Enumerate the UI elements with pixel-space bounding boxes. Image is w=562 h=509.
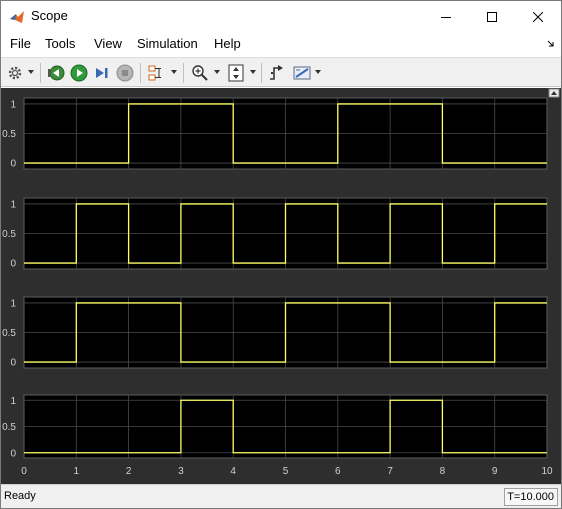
zoom-dropdown-icon[interactable]	[213, 68, 221, 76]
matlab-icon	[10, 11, 24, 23]
status-text: Ready	[4, 490, 36, 502]
title-bar[interactable]: Scope	[1, 1, 561, 32]
y-tick-label: 0	[10, 259, 16, 270]
x-tick-label: 0	[21, 466, 27, 477]
run-button[interactable]	[68, 62, 90, 84]
toolbar-separator	[140, 63, 141, 83]
restore-layout-button[interactable]	[548, 88, 560, 98]
autoscale-icon	[228, 64, 244, 82]
y-tick-label: 0.5	[2, 129, 16, 140]
minimize-button[interactable]	[423, 1, 469, 32]
x-tick-label: 4	[230, 466, 236, 477]
stop-icon	[116, 64, 134, 82]
window-title: Scope	[31, 8, 68, 23]
maximize-icon	[487, 11, 497, 22]
simulation-time: T=10.000	[504, 488, 558, 506]
menu-bar: File Tools View Simulation Help	[1, 32, 561, 56]
y-tick-label: 1	[10, 199, 16, 210]
autoscale-button[interactable]	[225, 62, 247, 84]
x-tick-label: 7	[387, 466, 393, 477]
x-tick-label: 5	[283, 466, 289, 477]
signal-select-dropdown-icon[interactable]	[170, 68, 178, 76]
y-tick-label: 0	[10, 358, 16, 369]
step-forward-icon	[96, 68, 108, 78]
settings-dropdown-icon[interactable]	[27, 68, 35, 76]
scope-plots: 00.5100.5100.5100.510 1 2 3 4 5 6 7 8 9 10	[2, 88, 560, 477]
signal-select-icon	[148, 65, 161, 81]
y-tick-label: 1	[10, 298, 16, 309]
y-tick-label: 0	[10, 159, 16, 170]
signal-select-button[interactable]	[145, 62, 167, 84]
trigger-icon	[270, 65, 283, 80]
run-icon	[70, 64, 88, 82]
autoscale-dropdown-icon[interactable]	[249, 68, 257, 76]
measurement-icon	[293, 66, 311, 80]
step-back-icon	[48, 65, 65, 81]
measurement-dropdown-icon[interactable]	[314, 68, 322, 76]
y-tick-label: 0.5	[2, 328, 16, 339]
y-tick-label: 1	[10, 99, 16, 110]
y-tick-label: 0	[10, 448, 16, 459]
y-tick-label: 1	[10, 396, 16, 407]
toolbar-separator	[261, 63, 262, 83]
status-bar: Ready T=10.000	[1, 484, 561, 508]
menu-tools[interactable]: Tools	[45, 36, 75, 51]
settings-button[interactable]	[4, 62, 26, 84]
zoom-button[interactable]	[189, 62, 211, 84]
menu-simulation[interactable]: Simulation	[137, 36, 198, 51]
menu-view[interactable]: View	[94, 36, 122, 51]
scope-window: Scope File Tools View Simulation Help 0 …	[0, 0, 562, 509]
x-tick-label: 1	[74, 466, 80, 477]
step-back-button[interactable]	[45, 62, 67, 84]
close-icon	[533, 11, 543, 22]
stop-button[interactable]	[114, 62, 136, 84]
dock-arrow-icon[interactable]	[547, 40, 555, 48]
x-tick-label: 6	[335, 466, 341, 477]
measurement-button[interactable]	[291, 62, 313, 84]
close-button[interactable]	[515, 1, 561, 32]
toolbar-separator	[40, 63, 41, 83]
settings-icon	[8, 66, 22, 80]
toolbar	[1, 57, 561, 87]
minimize-icon	[441, 16, 451, 18]
y-tick-label: 0.5	[2, 229, 16, 240]
x-tick-label: 9	[492, 466, 498, 477]
x-tick-label: 8	[440, 466, 446, 477]
zoom-icon	[192, 65, 208, 81]
y-tick-label: 0.5	[2, 422, 16, 433]
x-tick-label: 3	[178, 466, 184, 477]
menu-file[interactable]: File	[10, 36, 31, 51]
maximize-button[interactable]	[469, 1, 515, 32]
step-forward-button[interactable]	[91, 62, 113, 84]
x-tick-label: 2	[126, 466, 132, 477]
x-tick-label: 10	[541, 466, 553, 477]
trigger-button[interactable]	[266, 62, 288, 84]
toolbar-separator	[183, 63, 184, 83]
menu-help[interactable]: Help	[214, 36, 241, 51]
plot-area: 0 0.5 1 0 0.5 1 0 0.5 1 0 0.5 1 0 1 2 3 4 5 6 7 8 9 10	[1, 88, 561, 484]
